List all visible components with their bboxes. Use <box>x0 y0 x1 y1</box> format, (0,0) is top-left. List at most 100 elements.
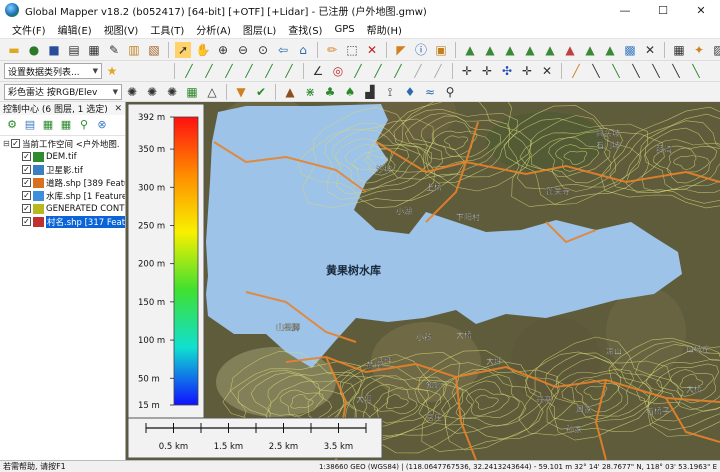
terrain-layer-icon[interactable]: ▲ <box>582 42 598 58</box>
menu-edit[interactable]: 编辑(E) <box>52 22 98 37</box>
compass-icon[interactable]: ✦ <box>691 42 707 58</box>
map-layout-icon[interactable]: ▦ <box>671 42 687 58</box>
terrain-view-icon[interactable]: ▲ <box>542 42 558 58</box>
filter-icon[interactable]: ▼ <box>233 84 249 100</box>
terrain-edit-icon[interactable]: ▲ <box>602 42 618 58</box>
layer-checkbox[interactable]: ✓ <box>22 152 31 161</box>
maximize-button[interactable]: ☐ <box>644 0 682 20</box>
tile-icon[interactable]: ▨ <box>711 42 720 58</box>
target-icon[interactable]: ◎ <box>330 63 346 79</box>
menu-analysis[interactable]: 分析(A) <box>190 22 237 37</box>
feature-info-icon[interactable]: ⓘ <box>413 42 429 58</box>
flood-icon[interactable]: ≈ <box>422 84 438 100</box>
terrain-icon[interactable]: ▲ <box>462 42 478 58</box>
pan-hand-icon[interactable]: ✋ <box>195 42 211 58</box>
shader-dropdown[interactable]: 彩色雷达 按RGB/Elev ▼ <box>4 83 122 100</box>
layer-close-icon[interactable]: ⊗ <box>94 117 110 133</box>
save-icon[interactable]: ■ <box>46 42 62 58</box>
delete-vertex-icon[interactable]: ✕ <box>539 63 555 79</box>
workspace-node[interactable]: ⊟ ✓ 当前工作空间 <户外地图. <box>0 137 125 150</box>
layers-icon[interactable]: ▥ <box>126 42 142 58</box>
layer-checkbox[interactable]: ✓ <box>22 204 31 213</box>
layer-options-icon[interactable]: ⚙ <box>4 117 20 133</box>
star-icon[interactable]: ★ <box>104 63 120 79</box>
layer-item[interactable]: ✓ 道路.shp [389 Features] <box>0 176 125 189</box>
warning-triangle-icon[interactable]: △ <box>204 84 220 100</box>
workspace-checkbox[interactable]: ✓ <box>11 139 20 148</box>
layer-checkbox[interactable]: ✓ <box>22 217 31 226</box>
offset-line-icon[interactable]: ╲ <box>608 63 624 79</box>
draw-polyline-icon[interactable]: ╱ <box>221 63 237 79</box>
measure-erase-icon[interactable]: ╱ <box>430 63 446 79</box>
layer-up-icon[interactable]: ▦ <box>40 117 56 133</box>
terrain-shade-icon[interactable]: ▲ <box>502 42 518 58</box>
layer-item[interactable]: ✓ 卫星影.tif <box>0 163 125 176</box>
zoom-out-icon[interactable]: ⊖ <box>235 42 251 58</box>
tree-icon[interactable]: ♠ <box>342 84 358 100</box>
close-tool-icon[interactable]: ✕ <box>642 42 658 58</box>
terrain-slope-icon[interactable]: ▲ <box>482 42 498 58</box>
layer-checkbox[interactable]: ✓ <box>22 191 31 200</box>
join-line-icon[interactable]: ╲ <box>588 63 604 79</box>
menu-view[interactable]: 视图(V) <box>98 22 145 37</box>
open-folder-icon[interactable]: ▬ <box>6 42 22 58</box>
minimize-button[interactable]: — <box>606 0 644 20</box>
simplify-line-icon[interactable]: ╲ <box>668 63 684 79</box>
snap-vertex-icon[interactable]: ✛ <box>519 63 535 79</box>
tower-icon[interactable]: ⟟ <box>382 84 398 100</box>
menu-search[interactable]: 查找(S) <box>282 22 328 37</box>
measure-length-icon[interactable]: ╱ <box>370 63 386 79</box>
draw-path-icon[interactable]: ╱ <box>261 63 277 79</box>
lock-icon[interactable]: ▣ <box>433 42 449 58</box>
layer-item[interactable]: ✓ DEM.tif <box>0 150 125 163</box>
wrench-icon[interactable]: ✎ <box>106 42 122 58</box>
ruler-icon[interactable]: ◤ <box>393 42 409 58</box>
layer-metadata-icon[interactable]: ▤ <box>22 117 38 133</box>
water-drop-icon[interactable]: ♦ <box>402 84 418 100</box>
grass-icon[interactable]: ⋇ <box>302 84 318 100</box>
terrain-volume-icon[interactable]: ▲ <box>522 42 538 58</box>
vertex-network-icon[interactable]: ✣ <box>499 63 515 79</box>
draw-line-icon[interactable]: ╱ <box>181 63 197 79</box>
smooth-line-icon[interactable]: ╲ <box>628 63 644 79</box>
select-tool-icon[interactable]: ➚ <box>175 41 191 58</box>
table-icon[interactable]: ▦ <box>86 42 102 58</box>
reverse-line-icon[interactable]: ╲ <box>648 63 664 79</box>
mountain-icon[interactable]: ▲ <box>282 84 298 100</box>
pencil-icon[interactable]: ✏ <box>324 42 340 58</box>
back-arrow-icon[interactable]: ⇦ <box>275 42 291 58</box>
split-line-icon[interactable]: ╱ <box>568 63 584 79</box>
menu-tools[interactable]: 工具(T) <box>144 22 190 37</box>
draw-trace-icon[interactable]: ╱ <box>281 63 297 79</box>
close-button[interactable]: ✕ <box>682 0 720 20</box>
home-icon[interactable]: ⌂ <box>295 42 311 58</box>
move-vertex-icon[interactable]: ✛ <box>459 63 475 79</box>
layer-item[interactable]: ✓ 村名.shp [317 Features] <box>0 215 125 228</box>
draw-curve-icon[interactable]: ╱ <box>241 63 257 79</box>
layer-checkbox[interactable]: ✓ <box>22 165 31 174</box>
panel-close-button[interactable]: ✕ <box>114 104 122 114</box>
menu-file[interactable]: 文件(F) <box>6 22 52 37</box>
layer-item[interactable]: ✓ 水库.shp [1 Features] <box>0 189 125 202</box>
map-view[interactable]: 高头坡 石门坡 薛湾 沙坡 上桥 蓬莱寺 小湖 下阳村 山根脚 黄庄 小孩 大桥 知源 马坪 大坪 高寨 周家石… <box>126 102 720 460</box>
elevation-legend-icon[interactable]: ▦ <box>184 84 200 100</box>
image-icon[interactable]: ▩ <box>622 42 638 58</box>
menu-help[interactable]: 帮助(H) <box>361 22 408 37</box>
draw-arc-icon[interactable]: ╱ <box>201 63 217 79</box>
layer-zoom-icon[interactable]: ⚲ <box>76 117 92 133</box>
zoom-extent-icon[interactable]: ⊙ <box>255 42 271 58</box>
vegetation-icon[interactable]: ♣ <box>322 84 338 100</box>
add-vertex-icon[interactable]: ✛ <box>479 63 495 79</box>
delete-cross-icon[interactable]: ✕ <box>364 42 380 58</box>
menu-gps[interactable]: GPS <box>328 24 360 35</box>
cursor-digitize-icon[interactable]: ⬚ <box>344 42 360 58</box>
config-list-dropdown[interactable]: 设置数据类列表... ▼ <box>4 63 102 79</box>
shader-settings-icon[interactable]: ✺ <box>124 84 140 100</box>
print-icon[interactable]: ▤ <box>66 42 82 58</box>
measure-edit-icon[interactable]: ╱ <box>410 63 426 79</box>
globe-icon[interactable]: ● <box>26 42 42 58</box>
measure-angle-icon[interactable]: ∠ <box>310 63 326 79</box>
measure-area-icon[interactable]: ╱ <box>350 63 366 79</box>
terrain-profile-icon[interactable]: ▲ <box>562 42 578 58</box>
zoom-in-icon[interactable]: ⊕ <box>215 42 231 58</box>
